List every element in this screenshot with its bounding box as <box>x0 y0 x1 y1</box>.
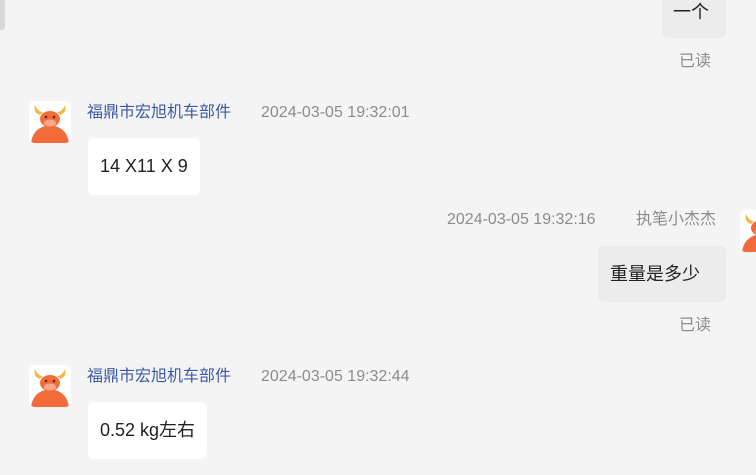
bull-cartoon-icon <box>31 105 69 143</box>
chat-message-list[interactable]: 一个 已读 福鼎市宏旭机车部件 2024-03-05 19:32:01 14 X… <box>0 0 756 475</box>
incoming-message-bubble[interactable]: 0.52 kg左右 <box>88 402 208 459</box>
sender-name[interactable]: 福鼎市宏旭机车部件 <box>87 103 231 123</box>
read-status: 已读 <box>679 53 712 70</box>
avatar[interactable] <box>740 210 756 252</box>
sender-name[interactable]: 执笔小杰杰 <box>636 210 716 230</box>
avatar[interactable] <box>29 101 71 143</box>
message-timestamp: 2024-03-05 19:32:44 <box>261 368 410 385</box>
avatar[interactable] <box>29 365 71 407</box>
bull-cartoon-icon <box>742 214 756 252</box>
outgoing-message-bubble[interactable]: 一个 <box>662 0 726 38</box>
incoming-message-bubble[interactable]: 14 X11 X 9 <box>88 138 200 195</box>
bull-cartoon-icon <box>31 369 69 407</box>
message-timestamp: 2024-03-05 19:32:01 <box>261 104 410 121</box>
outgoing-message-bubble[interactable]: 重量是多少 <box>598 246 726 302</box>
scrollbar-thumb[interactable] <box>0 0 5 30</box>
sender-name[interactable]: 福鼎市宏旭机车部件 <box>87 367 231 387</box>
message-timestamp: 2024-03-05 19:32:16 <box>447 211 596 228</box>
read-status: 已读 <box>679 317 712 334</box>
